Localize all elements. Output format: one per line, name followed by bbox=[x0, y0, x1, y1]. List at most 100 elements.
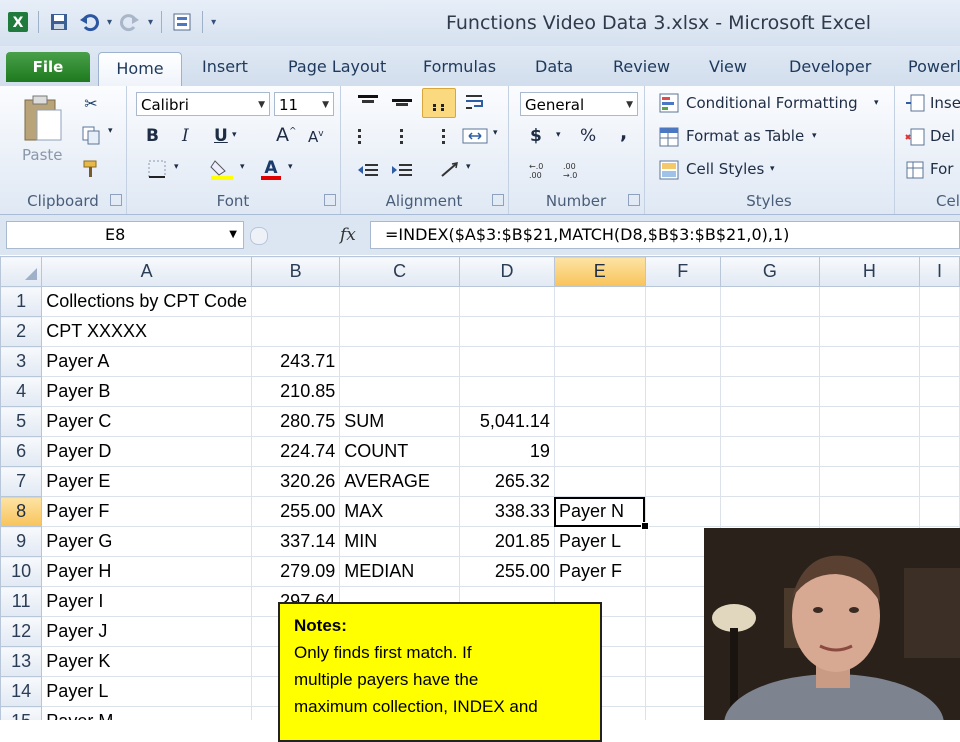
cell-f8[interactable] bbox=[644, 496, 722, 527]
cell-c3[interactable] bbox=[339, 346, 461, 377]
form-icon[interactable] bbox=[170, 10, 194, 34]
cell-b2[interactable] bbox=[251, 316, 341, 347]
cell-i7[interactable] bbox=[918, 466, 960, 497]
cell-c9[interactable]: MIN bbox=[339, 526, 461, 557]
tab-developer[interactable]: Developer bbox=[789, 54, 871, 86]
cell-i3[interactable] bbox=[918, 346, 960, 377]
decrease-decimal-icon[interactable]: .00 →.0 bbox=[560, 158, 588, 182]
cell-a8[interactable]: Payer F bbox=[41, 496, 253, 527]
cell-e10[interactable]: Payer F bbox=[553, 556, 646, 587]
insert-function-button[interactable]: fx bbox=[340, 225, 356, 245]
undo-dropdown-icon[interactable]: ▾ bbox=[107, 17, 112, 28]
align-right-icon[interactable] bbox=[422, 124, 450, 148]
font-name-select[interactable]: Calibri ▼ bbox=[136, 92, 270, 116]
cell-a2[interactable]: CPT XXXXX bbox=[41, 316, 253, 347]
column-header-c[interactable]: C bbox=[339, 256, 461, 287]
cell-b4[interactable]: 210.85 bbox=[251, 376, 341, 407]
fill-color-dropdown-icon[interactable]: ▾ bbox=[240, 162, 245, 172]
column-header-d[interactable]: D bbox=[459, 256, 555, 287]
cell-b8[interactable]: 255.00 bbox=[251, 496, 341, 527]
cell-d8[interactable]: 338.33 bbox=[459, 496, 555, 527]
increase-indent-icon[interactable] bbox=[388, 158, 416, 182]
cell-b3[interactable]: 243.71 bbox=[251, 346, 341, 377]
cell-e8[interactable]: Payer N bbox=[553, 496, 649, 531]
cell-g2[interactable] bbox=[720, 316, 820, 347]
row-header[interactable]: 1 bbox=[0, 286, 43, 317]
cell-g4[interactable] bbox=[720, 376, 820, 407]
formula-input[interactable]: =INDEX($A$3:$B$21,MATCH(D8,$B$3:$B$21,0)… bbox=[370, 221, 960, 249]
clipboard-launcher-icon[interactable] bbox=[110, 194, 122, 206]
cell-a5[interactable]: Payer C bbox=[41, 406, 253, 437]
insert-cells-button[interactable]: Inse bbox=[930, 94, 960, 112]
tab-view[interactable]: View bbox=[709, 54, 747, 86]
cell-e2[interactable] bbox=[553, 316, 646, 347]
cell-g3[interactable] bbox=[720, 346, 820, 377]
wrap-text-icon[interactable] bbox=[462, 90, 490, 114]
column-header-i[interactable]: I bbox=[918, 256, 960, 287]
cell-h3[interactable] bbox=[818, 346, 920, 377]
cell-a14[interactable]: Payer L bbox=[41, 676, 253, 707]
currency-button[interactable]: $ bbox=[530, 126, 542, 146]
cell-g8[interactable] bbox=[720, 496, 820, 527]
cell-e3[interactable] bbox=[553, 346, 646, 377]
tab-page-layout[interactable]: Page Layout bbox=[288, 54, 386, 86]
tab-powerpivot[interactable]: Powerl bbox=[908, 54, 960, 86]
cell-c2[interactable] bbox=[339, 316, 461, 347]
row-header[interactable]: 9 bbox=[0, 526, 43, 557]
save-icon[interactable] bbox=[47, 10, 71, 34]
cell-h6[interactable] bbox=[818, 436, 920, 467]
column-header-b[interactable]: B bbox=[251, 256, 341, 287]
middle-align-icon[interactable] bbox=[388, 90, 416, 114]
font-color-dropdown-icon[interactable]: ▾ bbox=[288, 162, 293, 172]
delete-cells-button[interactable]: Del bbox=[930, 127, 955, 145]
tab-review[interactable]: Review bbox=[613, 54, 670, 86]
format-painter-icon[interactable] bbox=[80, 158, 102, 180]
cell-b7[interactable]: 320.26 bbox=[251, 466, 341, 497]
cell-c8[interactable]: MAX bbox=[339, 496, 461, 527]
row-header[interactable]: 5 bbox=[0, 406, 43, 437]
row-header[interactable]: 4 bbox=[0, 376, 43, 407]
row-header[interactable]: 10 bbox=[0, 556, 43, 587]
cell-a1[interactable]: Collections by CPT Code bbox=[41, 286, 253, 317]
cell-g1[interactable] bbox=[720, 286, 820, 317]
cell-c5[interactable]: SUM bbox=[339, 406, 461, 437]
format-as-table-icon[interactable] bbox=[658, 126, 680, 148]
row-header[interactable]: 14 bbox=[0, 676, 43, 707]
cell-e7[interactable] bbox=[553, 466, 646, 497]
row-header[interactable]: 15 bbox=[0, 706, 43, 720]
shrink-font-icon[interactable]: Av bbox=[308, 128, 324, 146]
notes-textbox[interactable]: Notes: Only finds first match. If multip… bbox=[278, 602, 602, 742]
conditional-formatting-icon[interactable] bbox=[658, 92, 680, 114]
font-launcher-icon[interactable] bbox=[324, 194, 336, 206]
cell-g6[interactable] bbox=[720, 436, 820, 467]
merge-dropdown-icon[interactable]: ▾ bbox=[493, 128, 498, 138]
cell-f1[interactable] bbox=[644, 286, 722, 317]
delete-cells-icon[interactable] bbox=[904, 126, 926, 148]
formula-bar-resize-icon[interactable] bbox=[250, 227, 268, 245]
tab-insert[interactable]: Insert bbox=[202, 54, 248, 86]
tab-formulas[interactable]: Formulas bbox=[423, 54, 496, 86]
alignment-launcher-icon[interactable] bbox=[492, 194, 504, 206]
paste-button[interactable]: Paste bbox=[22, 146, 63, 164]
cell-b10[interactable]: 279.09 bbox=[251, 556, 341, 587]
increase-decimal-icon[interactable]: ←.0.00 bbox=[526, 158, 554, 182]
cell-b9[interactable]: 337.14 bbox=[251, 526, 341, 557]
row-header[interactable]: 12 bbox=[0, 616, 43, 647]
currency-dropdown-icon[interactable]: ▾ bbox=[556, 130, 561, 140]
cell-h7[interactable] bbox=[818, 466, 920, 497]
cell-d4[interactable] bbox=[459, 376, 555, 407]
cell-f2[interactable] bbox=[644, 316, 722, 347]
cell-d3[interactable] bbox=[459, 346, 555, 377]
top-align-icon[interactable] bbox=[354, 90, 382, 114]
format-as-table-button[interactable]: Format as Table bbox=[686, 127, 804, 145]
column-header-f[interactable]: F bbox=[644, 256, 722, 287]
cell-a12[interactable]: Payer J bbox=[41, 616, 253, 647]
cell-i1[interactable] bbox=[918, 286, 960, 317]
cell-d5[interactable]: 5,041.14 bbox=[459, 406, 555, 437]
cell-a4[interactable]: Payer B bbox=[41, 376, 253, 407]
cell-f6[interactable] bbox=[644, 436, 722, 467]
format-cells-icon[interactable] bbox=[904, 159, 926, 181]
cell-h8[interactable] bbox=[818, 496, 920, 527]
customize-qat-icon[interactable]: ▾ bbox=[211, 17, 216, 28]
cell-e5[interactable] bbox=[553, 406, 646, 437]
